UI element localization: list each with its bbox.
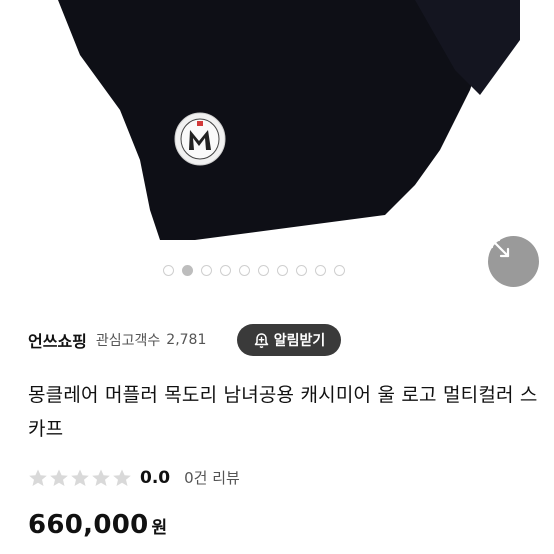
bell-plus-icon: [254, 332, 268, 348]
price-unit: 원: [151, 518, 168, 538]
pagination-dot[interactable]: [220, 265, 231, 276]
pagination-dot[interactable]: [277, 265, 288, 276]
product-image-gallery[interactable]: [0, 0, 554, 300]
star-empty-icon: [29, 469, 47, 486]
pagination-dot[interactable]: [334, 265, 345, 276]
gallery-pagination: [163, 265, 345, 276]
pagination-dot-active[interactable]: [182, 265, 193, 276]
pagination-dot[interactable]: [258, 265, 269, 276]
product-title: 몽클레어 머플러 목도리 남녀공용 캐시미어 울 로고 멀티컬러 스카프: [28, 384, 538, 440]
price: 660,000 원: [28, 510, 167, 540]
star-empty-icon: [71, 469, 89, 486]
pagination-dot[interactable]: [163, 265, 174, 276]
expand-arrows-icon: [490, 238, 510, 258]
pagination-dot[interactable]: [296, 265, 307, 276]
star-rating: [28, 468, 132, 488]
zoom-button[interactable]: [488, 236, 539, 287]
star-empty-icon: [92, 469, 110, 486]
rating-summary[interactable]: 0.0 0건 리뷰: [28, 467, 240, 488]
follower-count: 2,781: [166, 332, 207, 348]
seller-info: 언쓰쇼핑 관심고객수 2,781: [28, 325, 206, 355]
rating-score: 0.0: [140, 467, 171, 488]
product-scarf-image: [58, 0, 520, 240]
pagination-dot[interactable]: [201, 265, 212, 276]
seller-name[interactable]: 언쓰쇼핑: [28, 328, 87, 352]
price-value: 660,000: [28, 510, 149, 540]
pagination-dot[interactable]: [315, 265, 326, 276]
pagination-dot[interactable]: [239, 265, 250, 276]
review-count[interactable]: 0건 리뷰: [184, 467, 240, 488]
follower-label: 관심고객수: [95, 333, 161, 349]
star-empty-icon: [113, 469, 131, 486]
logo-patch: [174, 112, 226, 166]
alarm-subscribe-button[interactable]: 알림받기: [237, 324, 341, 356]
star-empty-icon: [50, 469, 68, 486]
alarm-label: 알림받기: [273, 333, 326, 349]
